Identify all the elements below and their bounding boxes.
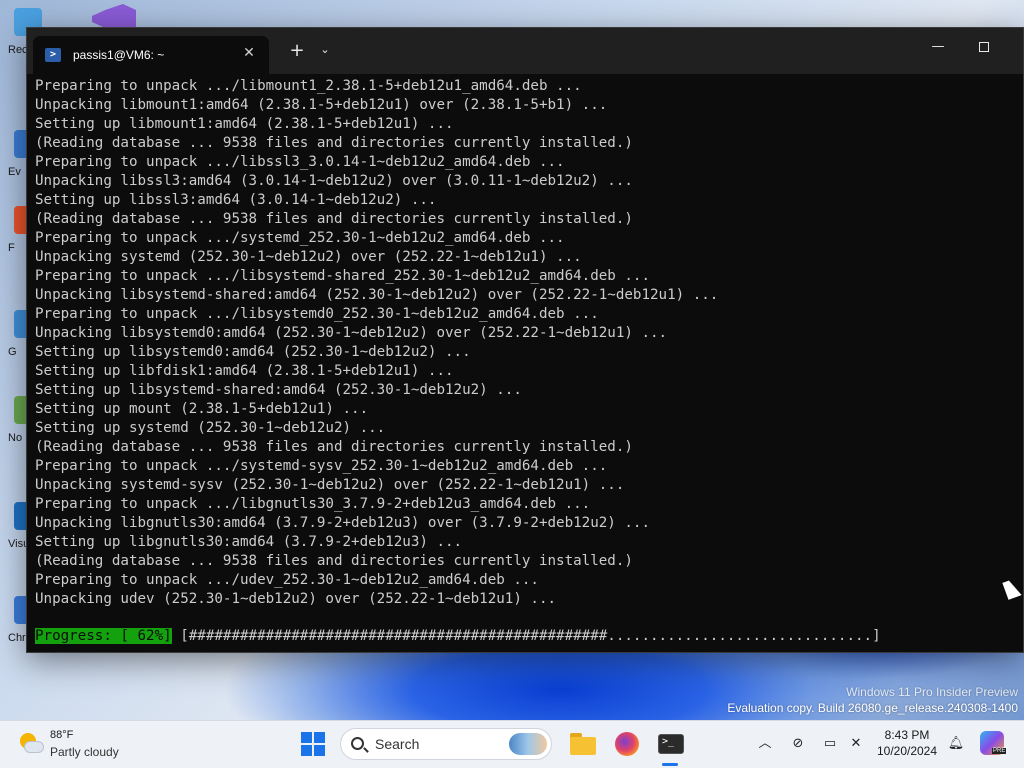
terminal-line: Preparing to unpack .../systemd_252.30-1… <box>35 230 565 246</box>
desktop-icon-label: Ev <box>8 166 21 178</box>
terminal-line: Unpacking udev (252.30-1~deb12u2) over (… <box>35 591 557 607</box>
desktop-icon-label: No <box>8 432 23 444</box>
terminal-line: Setting up libsystemd-shared:amd64 (252.… <box>35 382 522 398</box>
title-bar[interactable]: > passis1@VM6: ~ ✕ + ⌄ — <box>27 28 1023 74</box>
taskbar-search[interactable]: Search <box>340 728 552 760</box>
evaluation-watermark: Windows 11 Pro Insider Preview Evaluatio… <box>727 684 1018 716</box>
terminal-line: Unpacking libmount1:amd64 (2.38.1-5+deb1… <box>35 97 608 113</box>
firefox-icon[interactable] <box>612 729 642 759</box>
minimize-button[interactable]: — <box>915 28 961 68</box>
file-explorer-icon[interactable] <box>568 729 598 759</box>
maximize-button[interactable] <box>961 28 1007 68</box>
terminal-line: Setting up systemd (252.30-1~deb12u2) ..… <box>35 420 386 436</box>
terminal-line: Setting up libsystemd0:amd64 (252.30-1~d… <box>35 344 471 360</box>
clock-time: 8:43 PM <box>884 728 930 742</box>
progress-line: Progress: [ 62%] [######################… <box>35 627 881 646</box>
terminal-line: Unpacking libgnutls30:amd64 (3.7.9-2+deb… <box>35 515 650 531</box>
terminal-line: Preparing to unpack .../libmount1_2.38.1… <box>35 78 582 94</box>
search-highlight-image <box>509 733 547 755</box>
terminal-line: Preparing to unpack .../udev_252.30-1~de… <box>35 572 539 588</box>
weather-widget[interactable]: 88°F Partly cloudy <box>16 729 136 763</box>
terminal-line: (Reading database ... 9538 files and dir… <box>35 211 633 227</box>
watermark-edition: Windows 11 Pro Insider Preview <box>846 685 1018 699</box>
terminal-line: Unpacking libssl3:amd64 (3.0.14-1~deb12u… <box>35 173 633 189</box>
weather-description: Partly cloudy <box>50 745 119 759</box>
terminal-line: Preparing to unpack .../systemd-sysv_252… <box>35 458 608 474</box>
chevron-up-icon[interactable]: ︿ <box>755 734 775 754</box>
terminal-window[interactable]: > passis1@VM6: ~ ✕ + ⌄ — Preparing to un… <box>26 27 1024 653</box>
search-icon <box>351 737 364 750</box>
powershell-icon: > <box>45 48 61 62</box>
terminal-line: Preparing to unpack .../libsystemd-share… <box>35 268 650 284</box>
terminal-line: Preparing to unpack .../libssl3_3.0.14-1… <box>35 154 565 170</box>
network-disconnected-icon[interactable]: ⊘ <box>788 734 808 754</box>
partly-cloudy-icon <box>18 733 44 755</box>
terminal-line: Preparing to unpack .../libsystemd0_252.… <box>35 306 599 322</box>
terminal-output[interactable]: Preparing to unpack .../libmount1_2.38.1… <box>35 77 1015 647</box>
chevron-down-icon[interactable]: ⌄ <box>315 43 335 56</box>
terminal-line: Unpacking systemd-sysv (252.30-1~deb12u2… <box>35 477 625 493</box>
tab-active[interactable]: > passis1@VM6: ~ ✕ <box>33 36 269 74</box>
terminal-line: Setting up libgnutls30:amd64 (3.7.9-2+de… <box>35 534 463 550</box>
terminal-line: Unpacking libsystemd0:amd64 (252.30-1~de… <box>35 325 668 341</box>
progress-bar: [#######################################… <box>171 628 881 644</box>
weather-temperature: 88°F <box>50 729 74 741</box>
progress-label: Progress: [ 62%] <box>35 628 172 644</box>
terminal-line: (Reading database ... 9538 files and dir… <box>35 135 633 151</box>
terminal-line: Setting up mount (2.38.1-5+deb12u1) ... <box>35 401 369 417</box>
new-tab-button[interactable]: + <box>285 40 309 61</box>
terminal-line: Setting up libfdisk1:amd64 (2.38.1-5+deb… <box>35 363 454 379</box>
active-app-indicator <box>662 763 678 766</box>
start-button[interactable] <box>301 732 325 756</box>
desktop-icon-label: Rec <box>8 44 28 56</box>
terminal-app-icon[interactable] <box>656 729 686 759</box>
tab-close-button[interactable]: ✕ <box>239 45 259 61</box>
display-icon[interactable]: ▭ <box>820 734 840 754</box>
watermark-build: Evaluation copy. Build 26080.ge_release.… <box>727 701 1018 715</box>
copilot-preview-badge: PRE <box>992 748 1007 754</box>
terminal-line: (Reading database ... 9538 files and dir… <box>35 553 633 569</box>
terminal-line: Preparing to unpack .../libgnutls30_3.7.… <box>35 496 591 512</box>
search-label: Search <box>375 736 420 752</box>
system-clock[interactable]: 8:43 PM 10/20/2024 <box>872 727 942 759</box>
desktop-icon-label: G <box>8 346 17 358</box>
clock-date: 10/20/2024 <box>876 744 938 758</box>
bell-icon[interactable]: 🔔︎ <box>946 734 966 754</box>
terminal-line: Setting up libssl3:amd64 (3.0.14-1~deb12… <box>35 192 437 208</box>
terminal-line: (Reading database ... 9538 files and dir… <box>35 439 633 455</box>
volume-muted-icon[interactable]: ✕ <box>846 734 866 754</box>
maximize-icon <box>979 41 989 52</box>
tab-title: passis1@VM6: ~ <box>73 48 165 62</box>
terminal-line: Unpacking libsystemd-shared:amd64 (252.3… <box>35 287 719 303</box>
desktop-icon-label: F <box>8 242 15 254</box>
terminal-line: Setting up libmount1:amd64 (2.38.1-5+deb… <box>35 116 454 132</box>
terminal-line: Unpacking systemd (252.30-1~deb12u2) ove… <box>35 249 582 265</box>
